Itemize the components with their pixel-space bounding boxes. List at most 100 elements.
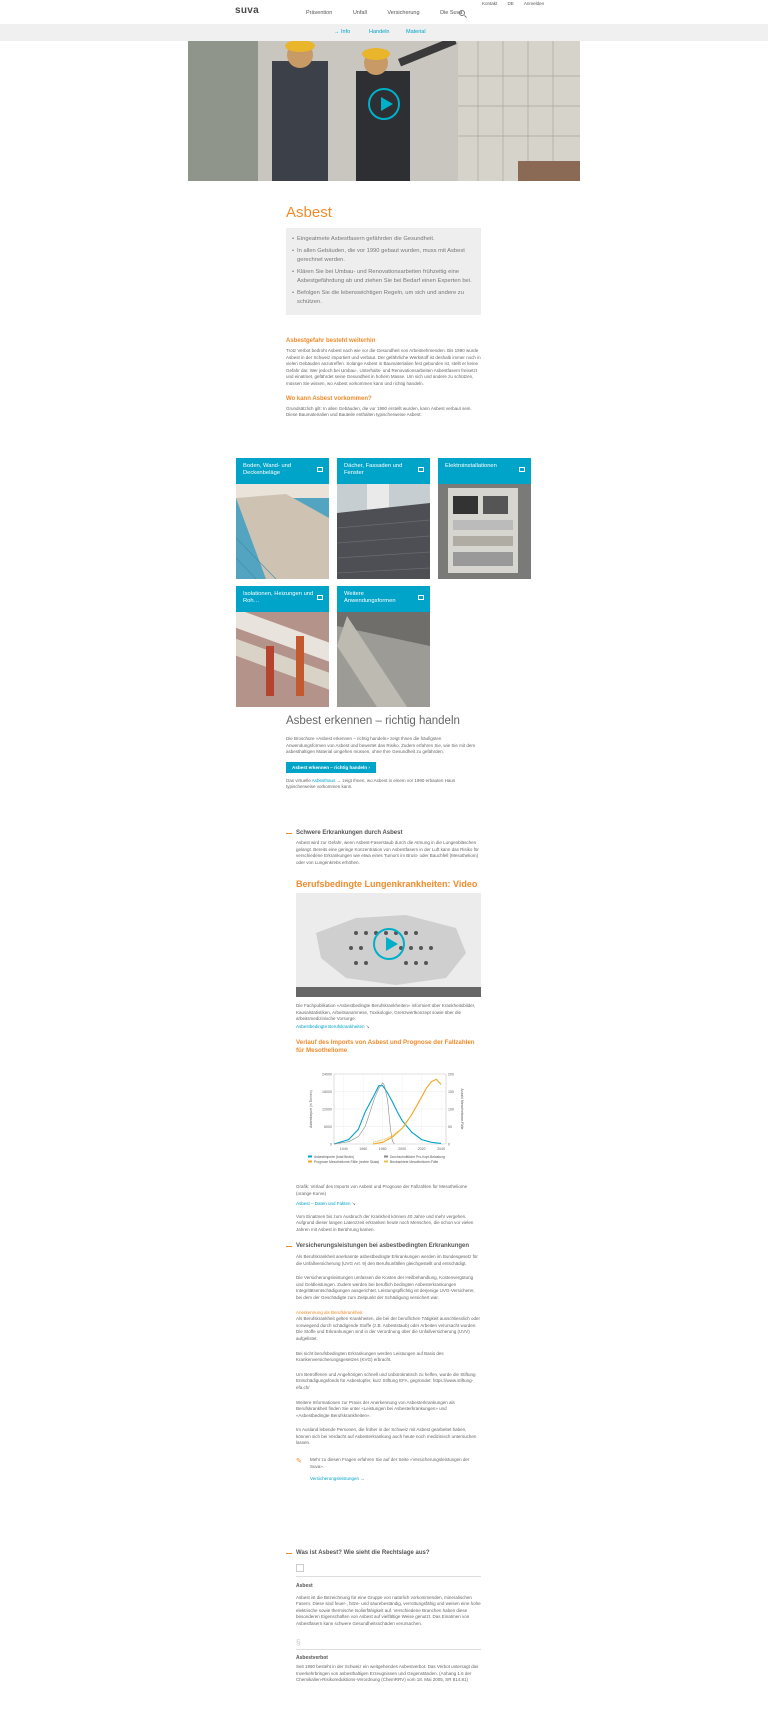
y2-axis-label: Anzahl Mesotheliome-Fälle: [460, 1089, 464, 1130]
section-text: Grundsätzlich gilt: In allen Gebäuden, d…: [286, 405, 472, 418]
video-section: Berufsbedingte Lungenkrankheiten: Video …: [286, 879, 481, 1054]
play-icon[interactable]: [368, 88, 400, 120]
accordion-title[interactable]: Schwere Erkrankungen durch Asbest: [296, 830, 481, 836]
import-chart: 0 6000 12000 18000 24000 0 50 100 150 200 1940 1960…: [296, 1064, 481, 1170]
paragraph-icon: §: [296, 1637, 301, 1647]
fact-item: Klären Sie bei Umbau- und Renovationsarb…: [292, 268, 475, 286]
suva-logo[interactable]: suva: [235, 5, 259, 16]
accordion-title[interactable]: Was ist Asbest? Wie sieht die Rechtslage…: [296, 1550, 481, 1556]
accordion-insurance[interactable]: Versicherungsleistungen bei asbestbeding…: [286, 1243, 481, 1483]
asbesthaus-link[interactable]: Asbesthaus: [312, 778, 336, 783]
tile-other-uses[interactable]: Weitere Anwendungsformen: [337, 586, 430, 707]
virtual-house-text: Das virtuelle Asbesthaus → zeigt Ihnen, …: [286, 777, 456, 790]
publication-link-row: Asbestbedingte Berufskrankheiten ↘: [296, 1023, 370, 1029]
legend-swatch: [308, 1160, 312, 1163]
x-tick-label: 2020: [418, 1147, 426, 1151]
fact-item: Befolgen Sie die lebenswichtigen Regeln,…: [292, 289, 475, 307]
accordion-text: Als Berufskrankheit anerkannte asbestbed…: [296, 1254, 478, 1266]
x-tick-label: 2040: [437, 1147, 445, 1151]
main-content: Asbest Eingeatmete Asbestfasern gefährde…: [286, 204, 481, 419]
x-tick-label: 1960: [359, 1147, 367, 1151]
video-title: Berufsbedingte Lungenkrankheiten: Video: [296, 879, 478, 889]
chart-caption: Grafik: Verlauf des Imports von Asbest u…: [296, 1184, 468, 1196]
x-tick-label: 2000: [398, 1147, 406, 1151]
nav-praevention[interactable]: Prävention: [306, 10, 332, 16]
asbest-icon: [296, 1564, 304, 1572]
nav-versicherung[interactable]: Versicherung: [387, 10, 419, 16]
tile-label: Dächer, Fassaden und Fenster: [337, 458, 430, 484]
y-tick-label: 12000: [322, 1108, 332, 1112]
legend-swatch: [308, 1155, 312, 1158]
tile-label: Boden, Wand- und Deckenbeläge: [236, 458, 329, 484]
tip-text: Mehr zu diesen Fragen erfahren Sie auf d…: [310, 1457, 470, 1469]
accordion-body: Asbest wird zur Gefahr, wenn Asbest-Fase…: [296, 840, 481, 866]
publication-link[interactable]: Asbestbedingte Berufskrankheiten: [296, 1024, 365, 1029]
section-text: Trotz Verbot bedroht Asbest nach wie vor…: [286, 348, 481, 386]
main-nav: Prävention Unfall Versicherung Die Suva: [306, 10, 481, 16]
chart-text: Vom Einatmen bis zum Ausbruch der Krankh…: [296, 1213, 474, 1232]
video-text: Die Fachpublikation «Asbestbedingte Beru…: [296, 1003, 476, 1022]
ban-heading: Asbestverbot: [296, 1654, 328, 1661]
accordion-text: Um Betroffenen und Angehörigen schnell u…: [296, 1371, 476, 1390]
chart-title: Verlauf des Imports von Asbest und Progn…: [296, 1039, 475, 1054]
sub-nav: → Info Handeln Material: [0, 24, 768, 41]
y-tick-label: 24000: [322, 1073, 332, 1077]
tip-icon: ✎: [296, 1458, 302, 1466]
ban-text: Seit 1990 besteht in der Schweiz ein wei…: [296, 1664, 479, 1683]
accordion-body: Als Berufskrankheit anerkannte asbestbed…: [296, 1254, 481, 1483]
accordion-body: Asbest Asbest ist die Bezeichnung für ei…: [296, 1564, 481, 1684]
accordion-text: Weitere Informationen zur Praxis der Ane…: [296, 1399, 455, 1418]
legend-swatch: [384, 1155, 388, 1158]
language-switch[interactable]: DE: [508, 1, 514, 6]
tile-electrical[interactable]: Elektroinstallationen: [438, 458, 531, 579]
gallery-icon: [418, 595, 424, 600]
subnav-handeln[interactable]: Handeln: [369, 29, 390, 35]
tile-label: Elektroinstallationen: [438, 458, 531, 484]
section-heading: Wo kann Asbest vorkommen?: [286, 395, 372, 402]
accordion-text: Im Ausland lebende Personen, die früher …: [296, 1427, 477, 1446]
legend-swatch: [384, 1160, 388, 1163]
accordion-text: Asbest wird zur Gefahr, wenn Asbest-Fase…: [296, 840, 479, 865]
tile-roofs[interactable]: Dächer, Fassaden und Fenster: [337, 458, 430, 579]
tip-box: ✎ Mehr zu diesen Fragen erfahren Sie auf…: [296, 1457, 481, 1483]
tile-insulation[interactable]: Isolationen, Heizungen und Roh…: [236, 586, 329, 707]
accordion-dash: [286, 833, 292, 834]
chart-description: Grafik: Verlauf des Imports von Asbest u…: [286, 1180, 481, 1234]
gallery-icon: [418, 467, 424, 472]
section-heading: Asbestgefahr besteht weiterhin: [286, 338, 376, 344]
brochure-button-label: Asbest erkennen – richtig handeln: [292, 764, 368, 770]
page-title: Asbest: [286, 204, 332, 221]
accordion-dash: [286, 1553, 292, 1554]
brochure-button[interactable]: Asbest erkennen – richtig handeln ›: [286, 761, 376, 773]
legend-label: Asbestimporte (total Brutto): [314, 1155, 354, 1159]
play-icon[interactable]: [373, 928, 405, 960]
subnav-material[interactable]: Material: [406, 29, 426, 35]
subnav-info[interactable]: → Info: [334, 29, 350, 35]
hero-video[interactable]: [188, 41, 580, 181]
insurance-link[interactable]: Versicherungsleistungen: [310, 1476, 359, 1481]
accordion-legal[interactable]: Was ist Asbest? Wie sieht die Rechtslage…: [286, 1550, 481, 1684]
accordion-diseases[interactable]: Schwere Erkrankungen durch Asbest Asbest…: [286, 830, 481, 866]
lung-disease-video[interactable]: [296, 893, 481, 997]
gallery-icon: [317, 467, 323, 472]
fact-item: In allen Gebäuden, die vor 1990 gebaut w…: [292, 247, 475, 265]
video-body: Berufsbedingte Lungenkrankheiten: Video …: [296, 879, 481, 1054]
section-title: Asbest erkennen – richtig handeln: [286, 715, 460, 727]
tile-label: Weitere Anwendungsformen: [337, 586, 430, 612]
data-facts-link[interactable]: Asbest – Daten und Fakten: [296, 1201, 351, 1206]
gallery-icon: [519, 467, 525, 472]
chart-description-body: Grafik: Verlauf des Imports von Asbest u…: [296, 1184, 481, 1234]
accordion-subheading: Anerkennung als Berufskrankheit: [296, 1309, 363, 1315]
login-link[interactable]: Anmelden: [524, 1, 544, 6]
insurance-link-row: Versicherungsleistungen →: [310, 1476, 365, 1482]
search-icon[interactable]: [459, 10, 465, 16]
accordion-title[interactable]: Versicherungsleistungen bei asbestbeding…: [296, 1243, 481, 1249]
kontakt-link[interactable]: Kontakt: [482, 1, 497, 6]
accordion-text: Bei nicht berufsbedingten Erkrankungen w…: [296, 1350, 444, 1363]
site-header: suva Prävention Unfall Versicherung Die …: [0, 0, 768, 24]
nav-unfall[interactable]: Unfall: [353, 10, 367, 16]
accordion-text: Die Versicherungsleistungen umfassen die…: [296, 1275, 475, 1300]
tile-floor-wall[interactable]: Boden, Wand- und Deckenbeläge: [236, 458, 329, 579]
subnav-info-label: Info: [341, 29, 351, 35]
chart-link-row: Asbest – Daten und Fakten ↘: [296, 1201, 356, 1207]
